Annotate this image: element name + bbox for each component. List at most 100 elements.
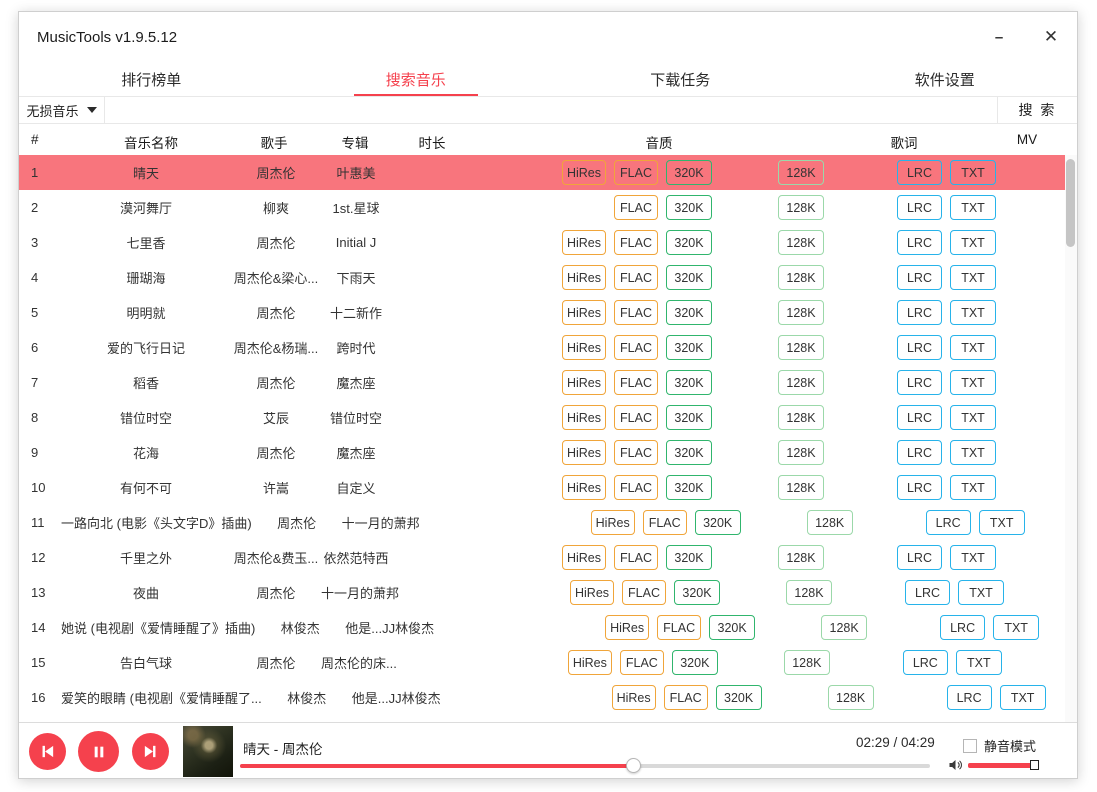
txt-download-button[interactable]: TXT <box>950 195 996 220</box>
320k-download-button[interactable]: 320K <box>716 685 762 710</box>
128k-download-button[interactable]: 128K <box>778 440 824 465</box>
lrc-download-button[interactable]: LRC <box>897 300 942 325</box>
txt-download-button[interactable]: TXT <box>950 160 996 185</box>
320k-download-button[interactable]: 320K <box>666 265 712 290</box>
flac-download-button[interactable]: FLAC <box>614 300 658 325</box>
hires-download-button[interactable]: HiRes <box>562 230 606 255</box>
128k-download-button[interactable]: 128K <box>821 615 867 640</box>
lrc-download-button[interactable]: LRC <box>903 650 948 675</box>
flac-download-button[interactable]: FLAC <box>614 230 658 255</box>
hires-download-button[interactable]: HiRes <box>562 265 606 290</box>
hires-download-button[interactable]: HiRes <box>562 545 606 570</box>
320k-download-button[interactable]: 320K <box>666 335 712 360</box>
128k-download-button[interactable]: 128K <box>778 160 824 185</box>
lrc-download-button[interactable]: LRC <box>897 370 942 395</box>
mute-mode-checkbox[interactable] <box>963 739 977 753</box>
tab-search-music[interactable]: 搜索音乐 <box>284 62 549 96</box>
320k-download-button[interactable]: 320K <box>695 510 741 535</box>
table-row[interactable]: 3 七里香 周杰伦 Initial J HiRes FLAC 320K 128K… <box>19 225 1065 260</box>
hires-download-button[interactable]: HiRes <box>562 475 606 500</box>
table-row[interactable]: 12 千里之外 周杰伦&费玉... 依然范特西 HiRes FLAC 320K … <box>19 540 1065 575</box>
txt-download-button[interactable]: TXT <box>979 510 1025 535</box>
320k-download-button[interactable]: 320K <box>666 160 712 185</box>
txt-download-button[interactable]: TXT <box>950 475 996 500</box>
128k-download-button[interactable]: 128K <box>778 475 824 500</box>
table-row[interactable]: 8 错位时空 艾辰 错位时空 HiRes FLAC 320K 128K LRC … <box>19 400 1065 435</box>
128k-download-button[interactable]: 128K <box>778 405 824 430</box>
previous-track-button[interactable] <box>29 733 66 770</box>
search-button[interactable]: 搜 索 <box>997 97 1077 123</box>
128k-download-button[interactable]: 128K <box>778 195 824 220</box>
flac-download-button[interactable]: FLAC <box>657 615 701 640</box>
txt-download-button[interactable]: TXT <box>950 370 996 395</box>
320k-download-button[interactable]: 320K <box>666 230 712 255</box>
txt-download-button[interactable]: TXT <box>956 650 1002 675</box>
lrc-download-button[interactable]: LRC <box>897 405 942 430</box>
table-row[interactable]: 13 夜曲 周杰伦 十一月的萧邦 HiRes FLAC 320K 128K LR… <box>19 575 1065 610</box>
128k-download-button[interactable]: 128K <box>828 685 874 710</box>
txt-download-button[interactable]: TXT <box>950 335 996 360</box>
hires-download-button[interactable]: HiRes <box>591 510 635 535</box>
lrc-download-button[interactable]: LRC <box>897 440 942 465</box>
flac-download-button[interactable]: FLAC <box>614 405 658 430</box>
txt-download-button[interactable]: TXT <box>950 265 996 290</box>
progress-bar[interactable] <box>240 764 930 768</box>
txt-download-button[interactable]: TXT <box>950 405 996 430</box>
table-row[interactable]: 16 爱笑的眼睛 (电视剧《爱情睡醒了... 林俊杰 他是...JJ林俊杰 Hi… <box>19 680 1065 715</box>
table-row[interactable]: 4 珊瑚海 周杰伦&梁心... 下雨天 HiRes FLAC 320K 128K… <box>19 260 1065 295</box>
320k-download-button[interactable]: 320K <box>666 195 712 220</box>
hires-download-button[interactable]: HiRes <box>568 650 612 675</box>
128k-download-button[interactable]: 128K <box>807 510 853 535</box>
128k-download-button[interactable]: 128K <box>778 265 824 290</box>
table-row[interactable]: 10 有何不可 许嵩 自定义 HiRes FLAC 320K 128K LRC … <box>19 470 1065 505</box>
flac-download-button[interactable]: FLAC <box>664 685 708 710</box>
txt-download-button[interactable]: TXT <box>950 545 996 570</box>
table-row[interactable]: 7 稻香 周杰伦 魔杰座 HiRes FLAC 320K 128K LRC TX… <box>19 365 1065 400</box>
volume-thumb[interactable] <box>1030 760 1039 770</box>
320k-download-button[interactable]: 320K <box>674 580 720 605</box>
close-button[interactable]: ✕ <box>1025 12 1077 62</box>
hires-download-button[interactable]: HiRes <box>562 405 606 430</box>
pause-button[interactable] <box>78 731 119 772</box>
lrc-download-button[interactable]: LRC <box>897 335 942 360</box>
hires-download-button[interactable]: HiRes <box>562 440 606 465</box>
128k-download-button[interactable]: 128K <box>778 545 824 570</box>
hires-download-button[interactable]: HiRes <box>562 370 606 395</box>
tab-settings[interactable]: 软件设置 <box>813 62 1078 96</box>
lrc-download-button[interactable]: LRC <box>897 160 942 185</box>
flac-download-button[interactable]: FLAC <box>614 265 658 290</box>
hires-download-button[interactable]: HiRes <box>570 580 614 605</box>
lrc-download-button[interactable]: LRC <box>926 510 971 535</box>
lrc-download-button[interactable]: LRC <box>897 545 942 570</box>
hires-download-button[interactable]: HiRes <box>605 615 649 640</box>
flac-download-button[interactable]: FLAC <box>614 545 658 570</box>
320k-download-button[interactable]: 320K <box>666 475 712 500</box>
320k-download-button[interactable]: 320K <box>709 615 755 640</box>
128k-download-button[interactable]: 128K <box>778 370 824 395</box>
320k-download-button[interactable]: 320K <box>666 300 712 325</box>
table-row[interactable]: 11 一路向北 (电影《头文字D》插曲) 周杰伦 十一月的萧邦 HiRes FL… <box>19 505 1065 540</box>
lrc-download-button[interactable]: LRC <box>897 195 942 220</box>
table-row[interactable]: 9 花海 周杰伦 魔杰座 HiRes FLAC 320K 128K LRC TX… <box>19 435 1065 470</box>
tab-rankings[interactable]: 排行榜单 <box>19 62 284 96</box>
128k-download-button[interactable]: 128K <box>786 580 832 605</box>
hires-download-button[interactable]: HiRes <box>612 685 656 710</box>
txt-download-button[interactable]: TXT <box>958 580 1004 605</box>
txt-download-button[interactable]: TXT <box>950 230 996 255</box>
flac-download-button[interactable]: FLAC <box>643 510 687 535</box>
128k-download-button[interactable]: 128K <box>778 300 824 325</box>
txt-download-button[interactable]: TXT <box>993 615 1039 640</box>
volume-icon[interactable] <box>947 757 964 773</box>
hires-download-button[interactable]: HiRes <box>562 335 606 360</box>
128k-download-button[interactable]: 128K <box>778 230 824 255</box>
table-row[interactable]: 2 漠河舞厅 柳爽 1st.星球 HiRes FLAC 320K 128K LR… <box>19 190 1065 225</box>
next-track-button[interactable] <box>132 733 169 770</box>
320k-download-button[interactable]: 320K <box>672 650 718 675</box>
music-source-dropdown[interactable]: 无损音乐 <box>19 97 105 123</box>
search-input[interactable] <box>105 97 997 123</box>
flac-download-button[interactable]: FLAC <box>614 440 658 465</box>
table-row[interactable]: 1 晴天 周杰伦 叶惠美 HiRes FLAC 320K 128K LRC TX… <box>19 155 1065 190</box>
lrc-download-button[interactable]: LRC <box>905 580 950 605</box>
lrc-download-button[interactable]: LRC <box>897 265 942 290</box>
txt-download-button[interactable]: TXT <box>950 300 996 325</box>
